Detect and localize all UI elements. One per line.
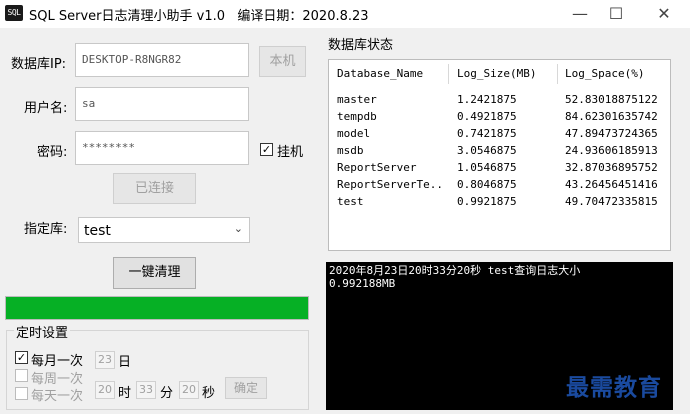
- daily-checkbox[interactable]: [15, 387, 28, 400]
- close-button[interactable]: ✕: [644, 2, 684, 26]
- confirm-button[interactable]: 确定: [225, 377, 267, 399]
- hang-label: 挂机: [277, 145, 304, 160]
- maximize-button[interactable]: ☐: [596, 2, 636, 26]
- username-input[interactable]: sa: [75, 87, 249, 121]
- hour-unit-label: 时: [118, 386, 132, 401]
- cell-log-size: 0.7421875: [457, 127, 517, 140]
- log-line: 2020年8月23日20时33分20秒 test查询日志大小: [329, 264, 581, 277]
- cell-database-name: ReportServer: [337, 161, 417, 174]
- connect-button[interactable]: 已连接: [113, 173, 196, 204]
- progress-fill: [6, 297, 308, 319]
- local-machine-button[interactable]: 本机: [259, 46, 306, 77]
- server-ip-input[interactable]: DESKTOP-R8NGR82: [75, 43, 249, 77]
- cell-log-size: 3.0546875: [457, 144, 517, 157]
- password-label: 密码:: [37, 145, 68, 160]
- password-input[interactable]: ********: [75, 131, 249, 165]
- table-row[interactable]: msdb 3.0546875 24.93606185913: [329, 142, 670, 159]
- progress-bar: [5, 296, 309, 320]
- cell-log-space: 32.87036895752: [565, 161, 658, 174]
- cell-log-space: 52.83018875122: [565, 93, 658, 106]
- username-label: 用户名:: [24, 101, 68, 116]
- column-header-database-name[interactable]: Database_Name: [337, 64, 423, 84]
- cell-log-size: 0.8046875: [457, 178, 517, 191]
- hour-input[interactable]: 20: [95, 381, 115, 399]
- weekly-checkbox[interactable]: [15, 369, 28, 382]
- column-header-log-size[interactable]: Log_Size(MB): [457, 64, 536, 84]
- cell-log-size: 1.2421875: [457, 93, 517, 106]
- column-divider: [557, 64, 558, 84]
- column-header-log-space[interactable]: Log_Space(%): [565, 64, 644, 84]
- table-row[interactable]: model 0.7421875 47.89473724365: [329, 125, 670, 142]
- minute-input[interactable]: 33: [136, 381, 156, 399]
- cell-log-size: 0.4921875: [457, 110, 517, 123]
- cell-database-name: model: [337, 127, 371, 140]
- hang-checkbox[interactable]: ✓: [260, 143, 273, 156]
- table-row[interactable]: tempdb 0.4921875 84.62301635742: [329, 108, 670, 125]
- day-unit-label: 日: [118, 355, 132, 370]
- app-icon: SQL: [5, 5, 23, 21]
- database-status-title: 数据库状态: [328, 38, 394, 53]
- cell-log-space: 49.70472335815: [565, 195, 658, 208]
- cell-database-name: tempdb: [337, 110, 377, 123]
- cell-log-space: 47.89473724365: [565, 127, 658, 140]
- database-select[interactable]: test ⌄: [78, 217, 250, 243]
- monthly-checkbox[interactable]: ✓: [15, 351, 28, 364]
- cell-database-name: msdb: [337, 144, 364, 157]
- cell-database-name: test: [337, 195, 364, 208]
- table-row[interactable]: test 0.9921875 49.70472335815: [329, 193, 670, 210]
- title-bar: SQL SQL Server日志清理小助手 v1.0 编译日期：2020.8.2…: [0, 0, 690, 28]
- second-input[interactable]: 20: [179, 381, 199, 399]
- table-row[interactable]: ReportServer 1.0546875 32.87036895752: [329, 159, 670, 176]
- table-row[interactable]: ReportServerTe... 0.8046875 43.264564514…: [329, 176, 670, 193]
- daily-label: 每天一次: [31, 389, 84, 404]
- log-line: 0.992188MB: [329, 277, 396, 290]
- window-title: SQL Server日志清理小助手 v1.0 编译日期：2020.8.23: [29, 9, 369, 24]
- cell-database-name: master: [337, 93, 377, 106]
- cell-log-space: 24.93606185913: [565, 144, 658, 157]
- day-input[interactable]: 23: [95, 351, 115, 369]
- column-divider: [448, 64, 449, 84]
- chevron-down-icon: ⌄: [233, 222, 243, 235]
- watermark-logo: 最需教育: [566, 374, 662, 401]
- minute-unit-label: 分: [160, 386, 174, 401]
- cell-database-name: ReportServerTe...: [337, 178, 445, 191]
- database-status-table[interactable]: Database_Name Log_Size(MB) Log_Space(%) …: [328, 59, 671, 251]
- cell-log-space: 84.62301635742: [565, 110, 658, 123]
- cell-log-size: 0.9921875: [457, 195, 517, 208]
- one-click-clean-button[interactable]: 一键清理: [113, 257, 196, 289]
- schedule-group-title: 定时设置: [14, 322, 71, 341]
- second-unit-label: 秒: [202, 386, 216, 401]
- minimize-button[interactable]: —: [560, 2, 600, 26]
- cell-log-space: 43.26456451416: [565, 178, 658, 191]
- cell-log-size: 1.0546875: [457, 161, 517, 174]
- server-ip-label: 数据库IP:: [11, 57, 67, 72]
- monthly-label: 每月一次: [31, 354, 84, 369]
- table-row[interactable]: master 1.2421875 52.83018875122: [329, 91, 670, 108]
- database-label: 指定库:: [24, 222, 68, 237]
- database-select-value: test: [84, 223, 111, 239]
